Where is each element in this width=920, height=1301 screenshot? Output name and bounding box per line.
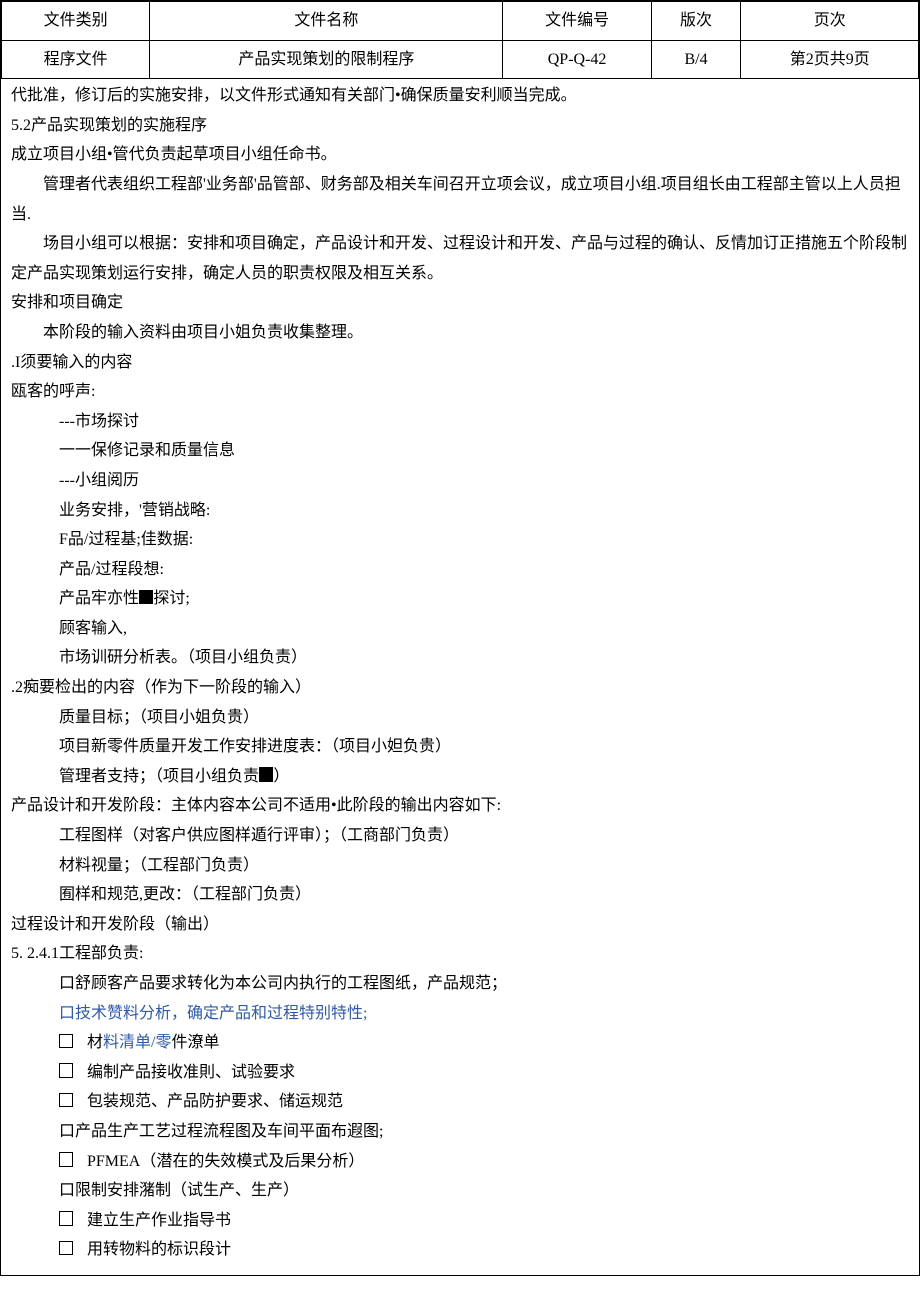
checklist-item: 口限制安排潴制（试生产、生产）	[59, 1176, 909, 1206]
checkbox-icon	[59, 1152, 73, 1166]
list-item: 质量目标；（项目小姐负贵）	[59, 703, 909, 733]
text-span: 产品牢亦性	[59, 590, 139, 607]
section-5-2-title: 5.2产品实现策划的实施程序	[11, 111, 909, 141]
checkbox-icon	[59, 1063, 73, 1077]
checkbox-icon	[59, 1211, 73, 1225]
list-item: 项目新零件质量开发工作安排进度表：（项目小妲负贵）	[59, 732, 909, 762]
checklist-item: PFMEA（潜在的失效模式及后果分析）	[59, 1147, 909, 1177]
text-span: 材	[87, 1034, 103, 1051]
list-item: 一一保修记录和质量信息	[59, 436, 909, 466]
th-file-name: 文件名称	[150, 2, 503, 41]
list-item: 囿样和规范,更改：（工程部门负责）	[59, 880, 909, 910]
list-item: ---市场探讨	[59, 407, 909, 437]
table-row: 程序文件 产品实现策划的限制程序 QP-Q-42 B/4 第2页共9页	[2, 40, 919, 79]
header-table: 文件类别 文件名称 文件编号 版次 页次 程序文件 产品实现策划的限制程序 QP…	[1, 1, 919, 79]
arrange-title: 安排和项目确定	[11, 288, 909, 318]
para-s52-a: 成立项目小组•管代负责起草项目小组任命书。	[11, 140, 909, 170]
list-item: 管理者支持；（项目小组负责 ）	[59, 762, 909, 792]
list-item: 材料视量；（工程部门负责）	[59, 851, 909, 881]
body-content: 代批准，修订后的实施安排，以文件形式通知有关部门•确保质量安利顺当完成。 5.2…	[1, 79, 919, 1275]
checklist-item: 建立生产作业指导书	[59, 1206, 909, 1236]
checklist-item: 包装规范、产品防护要求、储运规范	[59, 1087, 909, 1117]
th-rev: 版次	[651, 2, 741, 41]
th-page: 页次	[741, 2, 919, 41]
checklist: 口舒顾客产品要求转化为本公司内执行的工程图纸，产品规范； 口技术赞料分析，确定产…	[11, 969, 909, 1265]
text-span: 管理者支持；（项目小组负责	[59, 768, 259, 785]
checklist-item: 材料清单/零件潦单	[59, 1028, 909, 1058]
td-file-name: 产品实现策划的限制程序	[150, 40, 503, 79]
checkbox-icon	[59, 1034, 73, 1048]
black-square-icon	[139, 590, 153, 604]
list-item: 工程图样（对客户供应图样遁行评审）；（工商部门负责）	[59, 821, 909, 851]
text-span: PFMEA（潜在的失效模式及后果分析）	[87, 1153, 364, 1170]
td-file-no: QP-Q-42	[503, 40, 651, 79]
checkbox-icon	[59, 1093, 73, 1107]
para-approve: 代批准，修订后的实施安排，以文件形式通知有关部门•确保质量安利顺当完成。	[11, 81, 909, 111]
table-row: 文件类别 文件名称 文件编号 版次 页次	[2, 2, 919, 41]
output-list: 质量目标；（项目小姐负贵） 项目新零件质量开发工作安排进度表：（项目小妲负贵） …	[11, 703, 909, 792]
list-item: 顾客输入,	[59, 614, 909, 644]
text-span: 料清单/零	[103, 1034, 171, 1051]
text-span: 用转物料的标识段计	[87, 1241, 231, 1258]
list-item: F品/过程基;佳数据:	[59, 525, 909, 555]
list-item: 市场训研分析表。（项目小组负责）	[59, 643, 909, 673]
text-span: 包装规范、产品防护要求、储运规范	[87, 1093, 343, 1110]
th-file-no: 文件编号	[503, 2, 651, 41]
text-span: 建立生产作业指导书	[87, 1212, 231, 1229]
list-item: 产品/过程段想:	[59, 555, 909, 585]
design-title: 产品设计和开发阶段：主体内容本公司不适用•此阶段的输出内容如下:	[11, 791, 909, 821]
list-item: 业务安排，'营销战略:	[59, 496, 909, 526]
input-title: .I须要输入的内容	[11, 348, 909, 378]
checklist-item: 口舒顾客产品要求转化为本公司内执行的工程图纸，产品规范；	[59, 969, 909, 999]
checklist-item: 编制产品接收准則、试验要求	[59, 1058, 909, 1088]
text-span: 探讨;	[153, 590, 189, 607]
black-square-icon	[259, 767, 273, 781]
page-container: 文件类别 文件名称 文件编号 版次 页次 程序文件 产品实现策划的限制程序 QP…	[0, 0, 920, 1276]
para-s52-c: 场目小组可以根据：安排和项目确定，产品设计和开发、过程设计和开发、产品与过程的确…	[11, 229, 909, 288]
td-file-type: 程序文件	[2, 40, 150, 79]
checklist-item: 口产品生产工艺过程流程图及车间平面布遐图;	[59, 1117, 909, 1147]
checkbox-icon	[59, 1241, 73, 1255]
checklist-item: 口技术赞料分析，确定产品和过程特别特性;	[59, 999, 909, 1029]
output-title: .2痴要检出的内容（作为下一阶段的输入）	[11, 673, 909, 703]
td-page: 第2页共9页	[741, 40, 919, 79]
checklist-item: 用转物料的标识段计	[59, 1235, 909, 1265]
s5241-title: 5. 2.4.1工程部负责:	[11, 939, 909, 969]
para-arrange-a: 本阶段的输入资料由项目小姐负责收集整理。	[11, 318, 909, 348]
voice-list: ---市场探讨 一一保修记录和质量信息 ---小组阅历 业务安排，'营销战略: …	[11, 407, 909, 673]
voice-title: 瓯客的呼声:	[11, 377, 909, 407]
process-title: 过程设计和开发阶段（输出）	[11, 910, 909, 940]
list-item: ---小组阅历	[59, 466, 909, 496]
para-s52-b: 管理者代表组织工程部'业务部'品管部、财务部及相关车间召开立项会议，成立项目小组…	[11, 170, 909, 229]
text-span: ）	[273, 768, 289, 785]
text-span: 件潦单	[171, 1034, 219, 1051]
td-rev: B/4	[651, 40, 741, 79]
list-item: 产品牢亦性探讨;	[59, 584, 909, 614]
text-span: 编制产品接收准則、试验要求	[87, 1064, 295, 1081]
design-list: 工程图样（对客户供应图样遁行评审）；（工商部门负责） 材料视量；（工程部门负责）…	[11, 821, 909, 910]
th-file-type: 文件类别	[2, 2, 150, 41]
